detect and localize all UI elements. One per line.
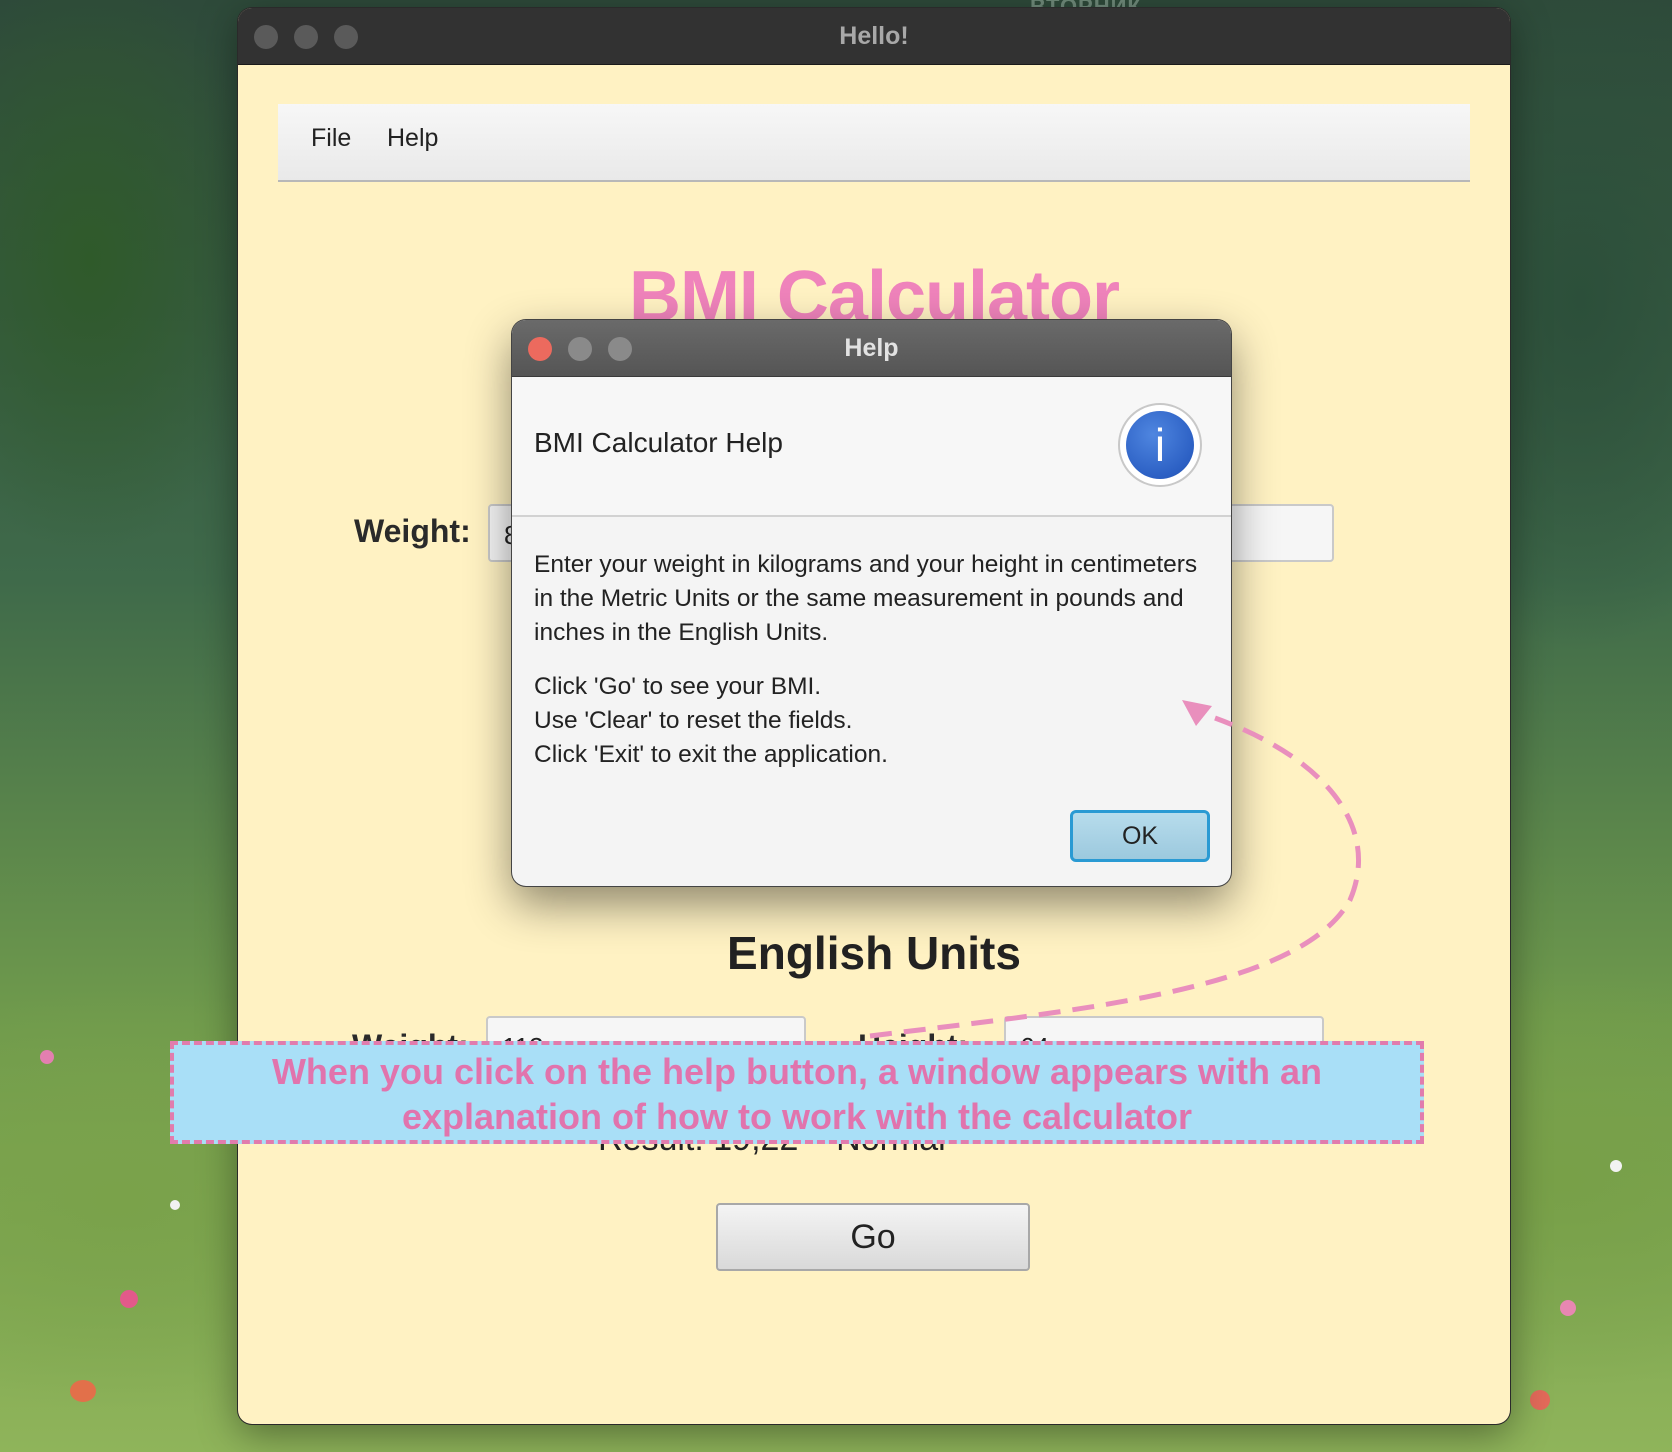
help-dialog: Help BMI Calculator Help i Enter your we… — [512, 320, 1231, 886]
dialog-body-line: Click 'Go' to see your BMI. — [534, 673, 822, 700]
metric-weight-label: Weight: — [354, 513, 471, 549]
dialog-title: Help — [844, 334, 899, 362]
window-titlebar[interactable]: Hello! — [238, 8, 1510, 65]
dialog-body-line: Use 'Clear' to reset the fields. — [534, 707, 853, 734]
menu-file[interactable]: File — [311, 124, 351, 153]
dialog-titlebar[interactable]: Help — [512, 320, 1231, 377]
dialog-body-line: Click 'Exit' to exit the application. — [534, 741, 888, 768]
menu-bar: File Help — [278, 104, 1470, 182]
dialog-header: BMI Calculator Help i — [512, 377, 1231, 517]
ok-button[interactable]: OK — [1070, 810, 1210, 862]
dialog-body-spacer — [534, 650, 1204, 670]
annotation-line-2: explanation of how to work with the calc… — [401, 1096, 1193, 1137]
english-units-heading: English Units — [727, 927, 1021, 979]
go-button[interactable]: Go — [716, 1203, 1030, 1271]
annotation-callout: When you click on the help button, a win… — [170, 1041, 1424, 1144]
dialog-body-line: Enter your weight in kilograms and your … — [534, 551, 1198, 578]
annotation-line-1: When you click on the help button, a win… — [271, 1051, 1323, 1092]
dialog-body: Enter your weight in kilograms and your … — [534, 548, 1204, 772]
info-icon: i — [1118, 403, 1202, 487]
menu-help[interactable]: Help — [387, 124, 438, 153]
dialog-body-line: in the Metric Units or the same measurem… — [534, 585, 1184, 612]
dialog-body-line: inches in the English Units. — [534, 619, 829, 646]
dialog-header-text: BMI Calculator Help — [534, 427, 783, 458]
window-title: Hello! — [839, 22, 909, 50]
